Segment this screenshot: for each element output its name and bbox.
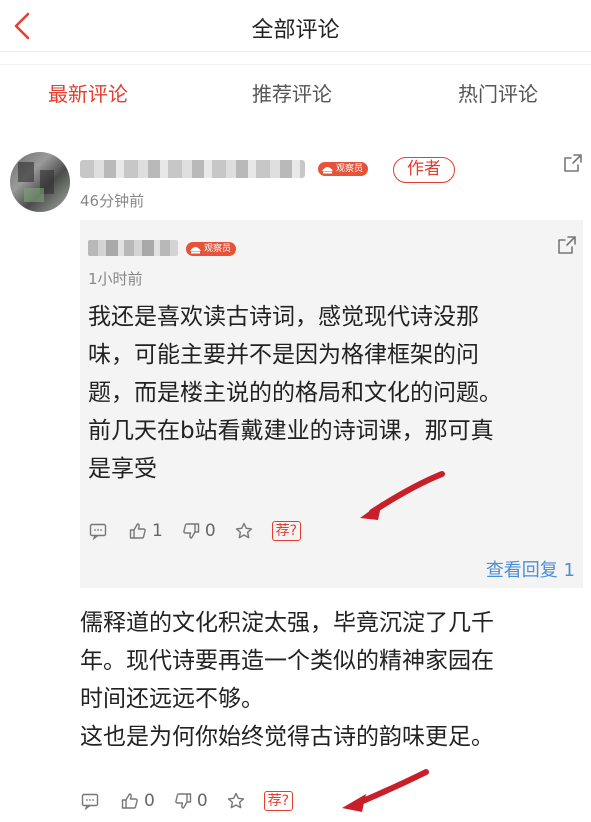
- quoted-comment[interactable]: 观察员 1小时前 我还是喜欢读古诗词，感觉现代诗没那 味，可能主要并不是因为格律…: [80, 220, 583, 588]
- quoted-observer-badge: 观察员: [186, 242, 237, 256]
- quoted-time: 1小时前: [88, 270, 143, 288]
- share-icon[interactable]: [562, 152, 584, 174]
- author-tag: 作者: [393, 157, 455, 183]
- star-icon[interactable]: [226, 791, 246, 811]
- quoted-text-line: 题，而是楼主说的的格局和文化的问题。: [88, 380, 502, 406]
- like-count: 1: [152, 521, 163, 541]
- comment-text-line: 时间还远远不够。: [80, 686, 264, 712]
- annotation-arrow: [360, 471, 445, 520]
- like-icon[interactable]: [120, 791, 140, 811]
- comment-text-line: 年。现代诗要再造一个类似的精神家园在: [80, 648, 494, 674]
- dislike-count: 0: [204, 521, 216, 541]
- page-title: 全部评论: [251, 18, 340, 43]
- username-blurred[interactable]: [80, 160, 305, 178]
- comment-text: 儒释道的文化积淀太强，毕竟沉淀了几千 年。现代诗要再造一个类似的精神家园在 时间…: [80, 604, 580, 756]
- quoted-text-line: 味，可能主要并不是因为格律框架的问: [88, 342, 479, 368]
- comment-text-line: 儒释道的文化积淀太强，毕竟沉淀了几千: [80, 610, 494, 636]
- quoted-text-line: 我还是喜欢读古诗词，感觉现代诗没那: [88, 304, 479, 330]
- quoted-action-bar: 1 0 荐?: [88, 516, 302, 546]
- quoted-text: 我还是喜欢读古诗词，感觉现代诗没那 味，可能主要并不是因为格律框架的问 题，而是…: [88, 298, 578, 488]
- quoted-share-icon[interactable]: [556, 234, 578, 256]
- comment-time: 46分钟前: [80, 192, 145, 210]
- dislike-icon[interactable]: [181, 521, 201, 541]
- tab-popular[interactable]: 热门评论: [458, 78, 538, 107]
- recommend-button[interactable]: 荐?: [263, 791, 294, 811]
- like-icon[interactable]: [128, 521, 148, 541]
- annotation-arrow: [342, 769, 429, 812]
- view-replies-link[interactable]: 查看回复 1: [486, 556, 575, 582]
- reply-icon[interactable]: [88, 521, 108, 541]
- dislike-count: 0: [196, 791, 208, 811]
- star-icon[interactable]: [234, 521, 254, 541]
- recommend-button[interactable]: 荐?: [271, 521, 302, 541]
- tab-recommended[interactable]: 推荐评论: [252, 78, 332, 107]
- tab-latest[interactable]: 最新评论: [48, 78, 128, 107]
- badge-logo-icon: [190, 247, 201, 254]
- comment-tabs: 最新评论 推荐评论 热门评论: [0, 64, 591, 116]
- quoted-username-blurred[interactable]: [88, 240, 178, 256]
- quoted-text-line: 是享受: [88, 456, 157, 482]
- observer-badge: 观察员: [318, 162, 369, 176]
- reply-icon[interactable]: [80, 791, 100, 811]
- top-bar: 全部评论: [0, 0, 591, 52]
- dislike-icon[interactable]: [173, 791, 193, 811]
- comment-text-line: 这也是为何你始终觉得古诗的韵味更足。: [80, 724, 494, 750]
- badge-logo-icon: [322, 167, 333, 174]
- avatar[interactable]: [10, 152, 70, 212]
- quoted-text-line: 前几天在b站看戴建业的诗词课，那可真: [88, 418, 494, 444]
- comment-action-bar: 0 0 荐?: [80, 786, 294, 816]
- like-count: 0: [144, 791, 155, 811]
